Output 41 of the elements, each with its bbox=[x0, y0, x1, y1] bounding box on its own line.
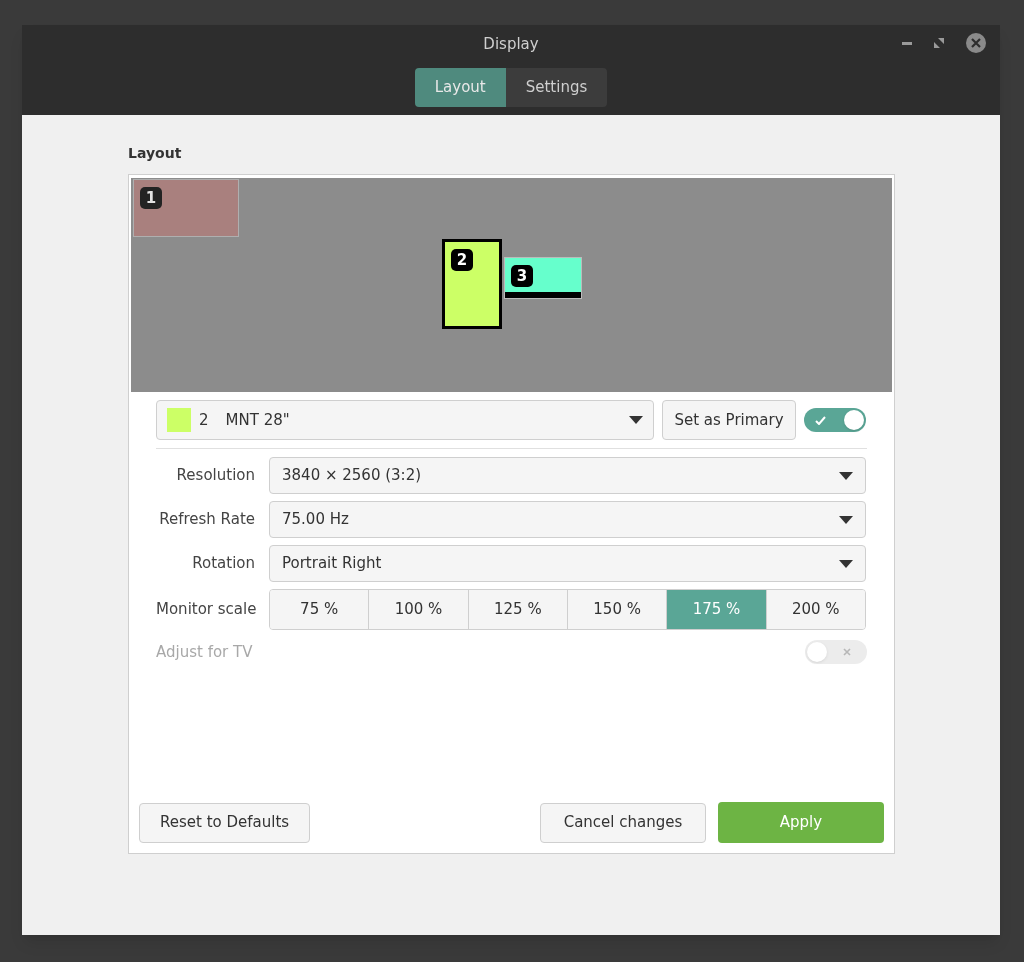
monitor-number-badge: 2 bbox=[451, 249, 473, 272]
dropdown-value: Portrait Right bbox=[282, 553, 382, 575]
dropdown-caret-icon bbox=[839, 515, 853, 524]
tab[interactable]: Settings bbox=[505, 67, 608, 107]
monitor-number: 2 bbox=[199, 409, 209, 431]
field-label: Adjust for TV bbox=[156, 641, 253, 663]
dropdown-field[interactable]: Portrait Right bbox=[269, 545, 866, 582]
dropdown-value: 75.00 Hz bbox=[282, 509, 349, 531]
scale-option[interactable]: 100 % bbox=[368, 590, 468, 629]
field-label: Refresh Rate bbox=[158, 509, 255, 531]
scale-option[interactable]: 125 % bbox=[467, 590, 567, 629]
reset-button[interactable]: Reset to Defaults bbox=[139, 802, 311, 843]
minimize-icon[interactable] bbox=[902, 41, 912, 45]
dropdown-caret-icon bbox=[839, 559, 853, 568]
toggle-switch[interactable] bbox=[804, 408, 866, 432]
monitor-tile[interactable]: 3 bbox=[504, 257, 582, 299]
scale-option[interactable]: 150 % bbox=[567, 590, 667, 629]
dropdown-caret-icon bbox=[839, 471, 853, 480]
field-label: Monitor scale bbox=[156, 599, 255, 621]
scale-option[interactable]: 200 % bbox=[765, 590, 865, 629]
monitor-tile[interactable]: 1 bbox=[133, 179, 239, 237]
cancel-button[interactable]: Cancel changes bbox=[540, 802, 706, 843]
monitor-tile[interactable]: 2 bbox=[442, 239, 502, 329]
check-icon bbox=[815, 415, 826, 425]
dropdown-caret-icon bbox=[629, 416, 643, 424]
monitor-number-badge: 3 bbox=[511, 265, 533, 288]
scale-option[interactable]: 75 % bbox=[270, 590, 369, 629]
dropdown-value: 3840 × 2560 (3:2) bbox=[282, 465, 422, 487]
dropdown-field[interactable]: 3840 × 2560 (3:2) bbox=[269, 457, 866, 494]
set-primary-button[interactable]: Set as Primary bbox=[662, 400, 796, 440]
field-label: Resolution bbox=[175, 465, 255, 487]
window-title: Display bbox=[483, 34, 539, 55]
cross-icon bbox=[843, 648, 851, 656]
monitor-name: MNT 28" bbox=[225, 409, 291, 431]
dropdown-field[interactable]: 75.00 Hz bbox=[269, 501, 866, 538]
field-label: Rotation bbox=[191, 553, 255, 575]
monitor-dropdown[interactable]: 2 MNT 28" bbox=[156, 400, 654, 440]
close-icon[interactable] bbox=[966, 33, 986, 53]
restore-icon[interactable] bbox=[934, 38, 944, 48]
monitor-number-badge: 1 bbox=[140, 187, 162, 210]
section-title: Layout bbox=[128, 144, 183, 163]
